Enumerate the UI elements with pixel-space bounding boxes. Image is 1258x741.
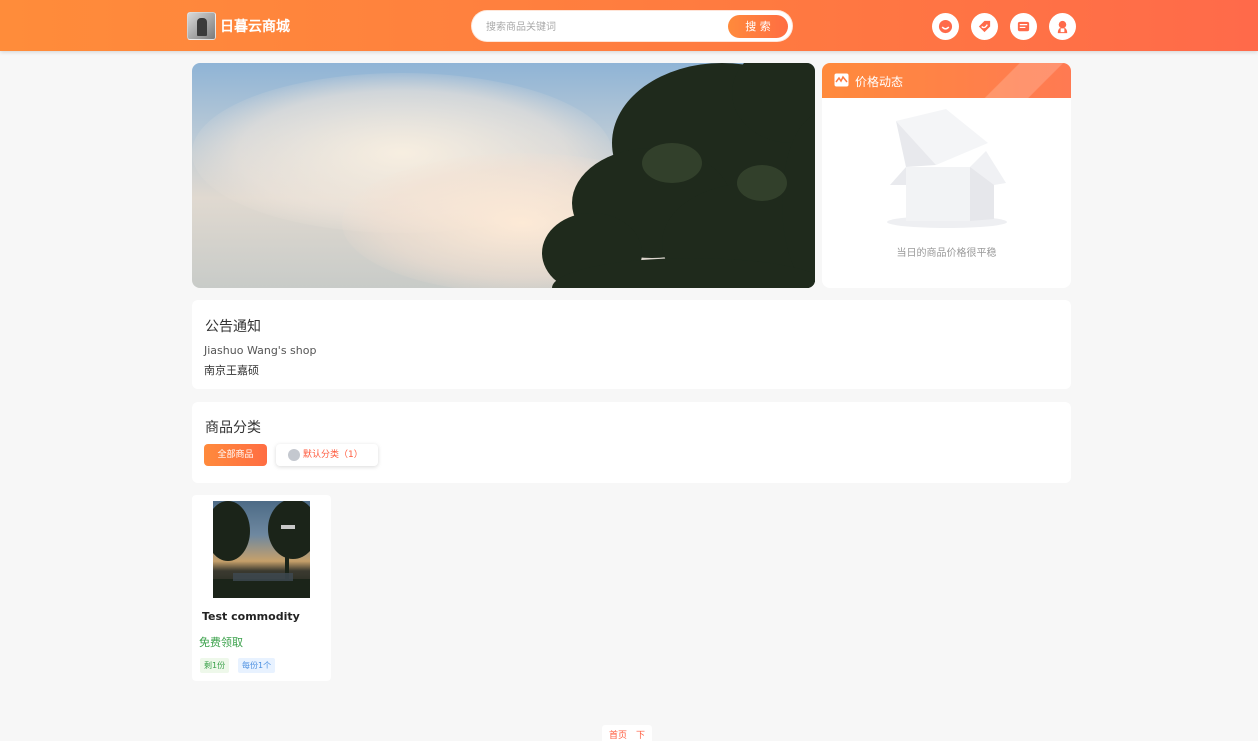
category-dot-icon <box>288 449 300 461</box>
smile-icon[interactable] <box>932 13 959 40</box>
notice-line: 南京王嘉硕 <box>204 364 259 377</box>
mail-icon[interactable] <box>1010 13 1037 40</box>
notice-card: 公告通知 Jiashuo Wang's shop 南京王嘉硕 <box>192 300 1071 389</box>
hero-banner[interactable] <box>192 63 815 288</box>
top-header: 日暮云商城 搜 索 <box>0 0 1258 51</box>
product-stock-tag: 剩1份 <box>200 658 230 673</box>
search-button[interactable]: 搜 索 <box>728 15 788 38</box>
price-trend-panel: 价格动态 当日的商品价格很平稳 <box>822 63 1071 288</box>
notice-title: 公告通知 <box>205 319 261 335</box>
price-trend-title: 价格动态 <box>855 75 904 89</box>
price-trend-message: 当日的商品价格很平稳 <box>896 248 997 259</box>
product-price: 免费领取 <box>199 636 243 649</box>
empty-box-icon <box>887 109 1007 228</box>
brand-logo <box>187 12 216 40</box>
pagination[interactable]: 首页 下 <box>602 725 652 741</box>
product-image[interactable] <box>213 501 310 598</box>
category-all-button[interactable]: 全部商品 <box>204 444 267 466</box>
category-default-button[interactable]: 默认分类（1） <box>276 444 378 466</box>
notice-line: Jiashuo Wang's shop <box>204 344 317 357</box>
search-bar: 搜 索 <box>472 11 792 41</box>
price-trend-header: 价格动态 <box>822 63 1071 98</box>
category-default-label: 默认分类（1） <box>303 450 363 460</box>
user-icon[interactable] <box>1049 13 1076 40</box>
search-input[interactable] <box>486 17 726 37</box>
brand[interactable]: 日暮云商城 <box>187 12 290 40</box>
chart-icon <box>834 73 849 87</box>
category-card: 商品分类 全部商品 默认分类（1） <box>192 402 1071 483</box>
product-card[interactable]: Test commodity 免费领取 剩1份 每份1个 <box>192 495 331 681</box>
product-name[interactable]: Test commodity <box>202 610 300 623</box>
brand-name: 日暮云商城 <box>220 19 290 35</box>
tag-icon[interactable] <box>971 13 998 40</box>
category-title: 商品分类 <box>205 420 261 436</box>
banner-tree-image <box>542 63 815 288</box>
product-limit-tag: 每份1个 <box>238 658 276 673</box>
